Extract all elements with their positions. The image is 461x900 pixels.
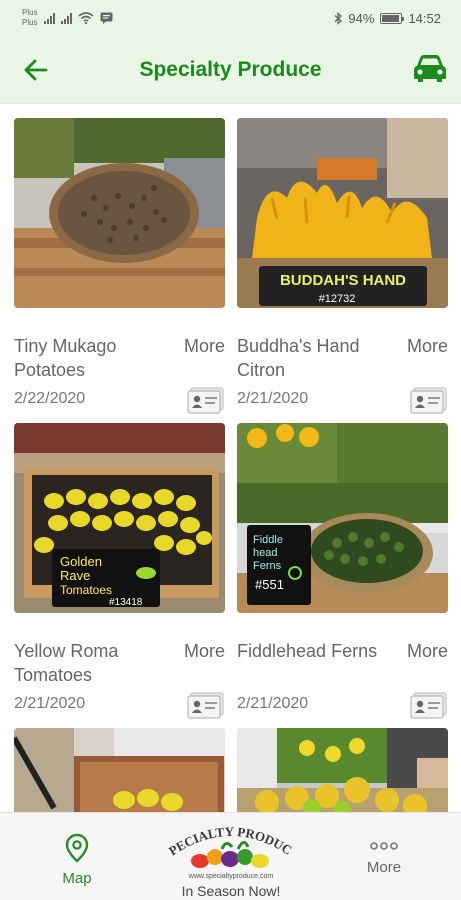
product-title[interactable]: Fiddlehead Ferns — [237, 639, 387, 663]
wifi-icon — [78, 12, 94, 24]
product-card-6[interactable] — [237, 728, 448, 812]
product-title[interactable]: Yellow Roma Tomatoes — [14, 639, 164, 687]
status-bar: Plus Plus 94% 14:52 — [0, 0, 461, 36]
map-pin-icon[interactable] — [64, 833, 90, 863]
nav-map[interactable]: Map — [52, 833, 102, 887]
product-card-buddhas-hand[interactable]: BUDDAH'S HAND #12732 Buddha's Hand Citro… — [237, 118, 448, 418]
back-arrow-icon[interactable] — [22, 56, 50, 84]
message-icon — [100, 12, 113, 24]
product-photo-6[interactable] — [237, 728, 448, 812]
signal-2-icon — [60, 12, 72, 24]
product-photo-buddhas-hand[interactable]: BUDDAH'S HAND #12732 — [237, 118, 448, 308]
bluetooth-icon — [334, 11, 343, 25]
product-date: 2/21/2020 — [14, 695, 86, 712]
sign-code: #13418 — [109, 597, 143, 608]
nav-map-label[interactable]: Map — [52, 870, 102, 887]
product-date: 2/21/2020 — [237, 390, 309, 407]
product-card-fiddlehead-ferns[interactable]: Fiddle head Ferns #551 Fiddlehead Ferns … — [237, 423, 448, 723]
battery-icon — [380, 12, 405, 24]
product-title[interactable]: Buddha's Hand Citron — [237, 334, 387, 382]
signal-1-icon — [43, 12, 55, 24]
clock: 14:52 — [408, 10, 441, 26]
sign-line-1: Fiddle — [253, 534, 283, 546]
specialty-produce-logo[interactable]: SPECIALTY PRODUCE www.specialtyproduce.c… — [156, 809, 302, 883]
more-link[interactable]: More — [407, 334, 448, 358]
car-icon[interactable] — [411, 52, 449, 84]
id-card-icon[interactable] — [187, 386, 225, 414]
product-card-mukago-potatoes[interactable]: Tiny Mukago Potatoes More 2/22/2020 — [14, 118, 225, 418]
id-card-icon[interactable] — [410, 691, 448, 719]
more-dots-icon[interactable] — [368, 840, 400, 852]
battery-percent: 94% — [348, 10, 375, 26]
id-card-icon[interactable] — [410, 386, 448, 414]
status-left: Plus Plus — [22, 8, 113, 28]
id-card-icon[interactable] — [187, 691, 225, 719]
nav-logo-in-season[interactable]: SPECIALTY PRODUCE www.specialtyproduce.c… — [156, 809, 302, 899]
product-photo-fiddlehead-ferns[interactable]: Fiddle head Ferns #551 — [237, 423, 448, 613]
product-photo-5[interactable] — [14, 728, 225, 812]
product-card-yellow-roma[interactable]: Golden Rave Tomatoes #13418 Yellow Roma … — [14, 423, 225, 723]
app-header: Specialty Produce — [0, 36, 461, 104]
logo-url: www.specialtyproduce.com — [188, 873, 274, 880]
nav-more[interactable]: More — [354, 839, 414, 876]
product-card-5[interactable] — [14, 728, 225, 812]
product-photo-potatoes[interactable] — [14, 118, 225, 308]
product-title[interactable]: Tiny Mukago Potatoes — [14, 334, 164, 382]
carrier-label-1: Plus — [22, 8, 38, 17]
sign-line-3: Ferns — [253, 560, 282, 572]
sign-line-2: Rave — [60, 568, 90, 583]
sign-text: BUDDAH'S HAND — [280, 272, 406, 289]
status-right: 94% 14:52 — [334, 11, 441, 26]
carrier-labels: Plus Plus — [22, 8, 38, 28]
more-link[interactable]: More — [407, 639, 448, 663]
sign-line-1: Golden — [60, 554, 102, 569]
nav-more-label[interactable]: More — [354, 859, 414, 876]
product-photo-yellow-roma[interactable]: Golden Rave Tomatoes #13418 — [14, 423, 225, 613]
more-link[interactable]: More — [184, 639, 225, 663]
sign-code: #12732 — [319, 293, 356, 305]
in-season-caption[interactable]: In Season Now! — [160, 883, 302, 899]
carrier-label-2: Plus — [22, 18, 38, 27]
sign-line-2: head — [253, 547, 277, 559]
product-date: 2/21/2020 — [237, 695, 309, 712]
product-grid: Tiny Mukago Potatoes More 2/22/2020 BUDD… — [0, 104, 461, 812]
product-date: 2/22/2020 — [14, 390, 86, 407]
bottom-nav: Map SPECIALTY PRODUCE www.specialtyprodu… — [0, 809, 461, 900]
sign-line-3: Tomatoes — [60, 583, 112, 597]
more-link[interactable]: More — [184, 334, 225, 358]
page-title: Specialty Produce — [139, 57, 322, 81]
sign-code: #551 — [255, 577, 284, 592]
